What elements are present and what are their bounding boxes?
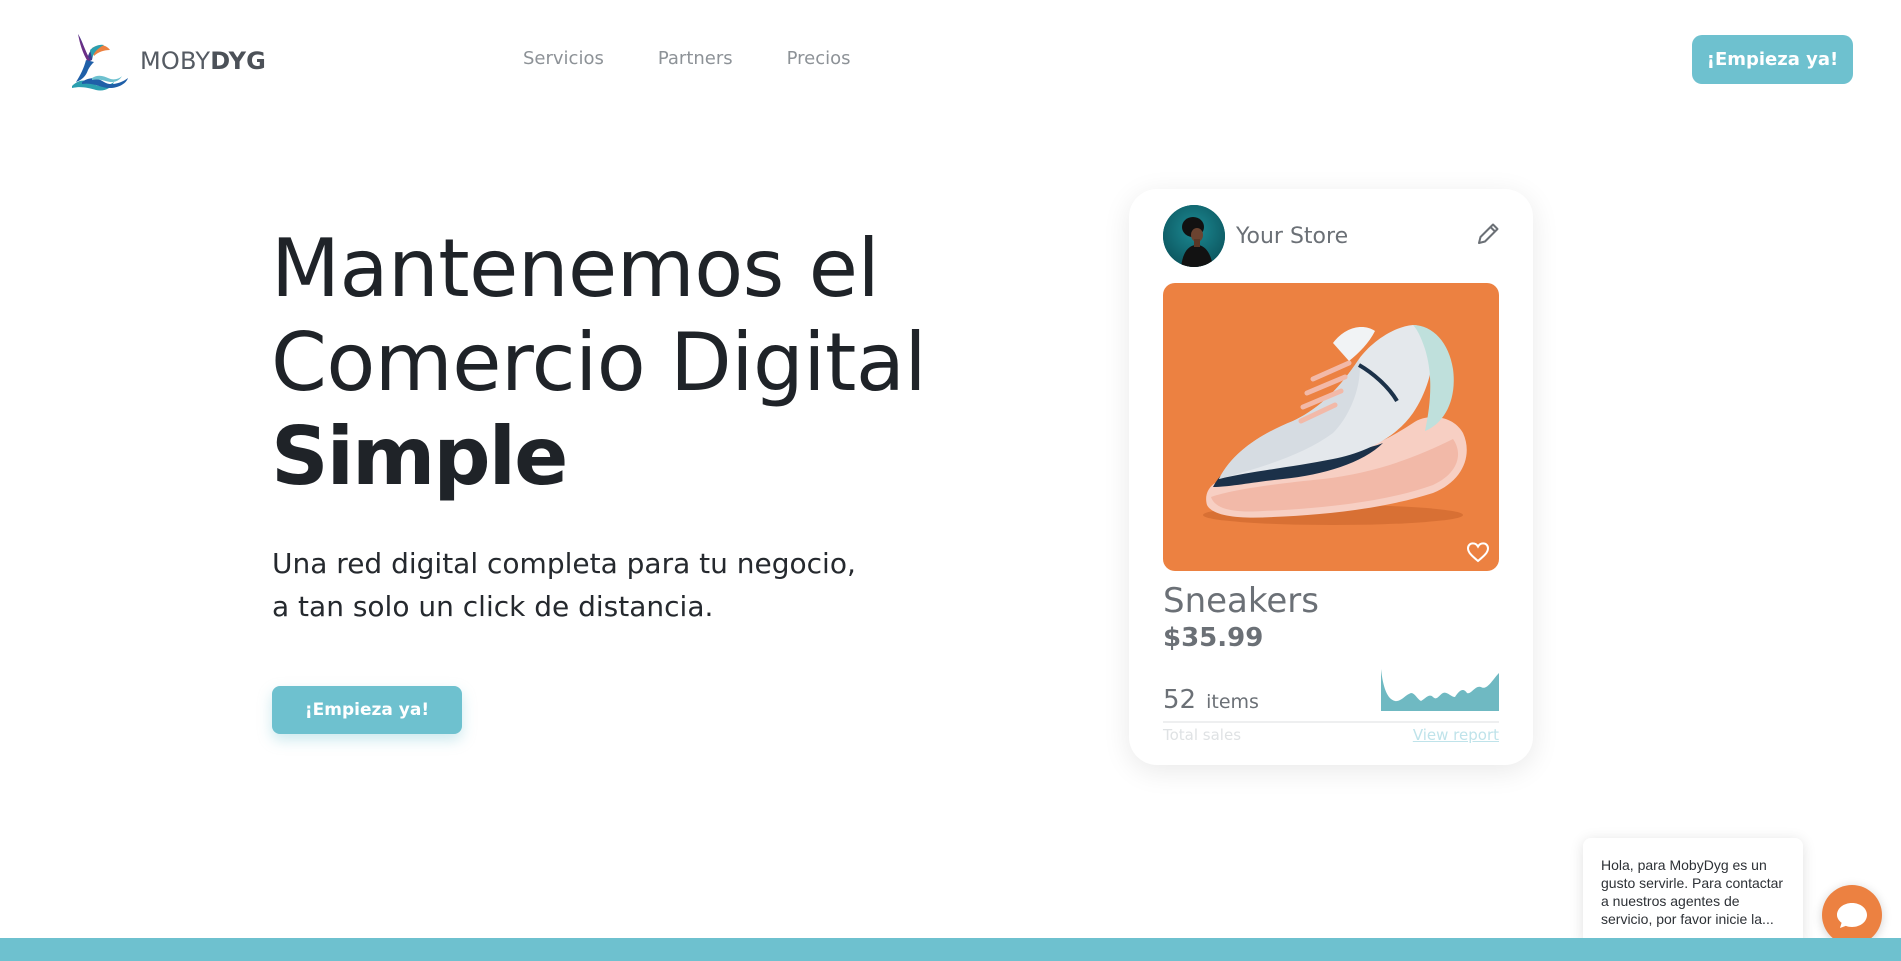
footer-band (0, 938, 1901, 961)
chat-launcher-button[interactable] (1822, 885, 1882, 945)
brand-name: MOBYDYG (140, 47, 267, 75)
hero-subtitle-line1: Una red digital completa para tu negocio… (272, 547, 856, 580)
hero-title-line1: Mantenemos el (271, 222, 880, 315)
avatar-portrait-icon (1163, 205, 1225, 267)
whale-tail-logo-icon (72, 34, 128, 91)
hero-subtitle: Una red digital completa para tu negocio… (272, 542, 856, 628)
pencil-icon[interactable] (1473, 219, 1503, 249)
view-report-link[interactable]: View report (1413, 726, 1499, 744)
hero-title: Mantenemos el Comercio Digital Simple (271, 222, 927, 504)
nav-item-servicios[interactable]: Servicios (523, 48, 604, 69)
store-preview-card: Your Store Sneakers $35.99 52 items Tota… (1129, 189, 1533, 765)
brand-logo[interactable]: MOBYDYG (68, 30, 266, 92)
store-card-header: Your Store (1163, 205, 1503, 267)
hero-title-strong: Simple (271, 410, 568, 503)
heart-icon[interactable] (1465, 539, 1491, 565)
sneaker-illustration (1203, 325, 1467, 525)
hero-title-line2: Comercio Digital (271, 316, 927, 409)
store-name: Your Store (1236, 223, 1349, 249)
chat-icon (1837, 903, 1867, 928)
avatar (1163, 205, 1225, 267)
sales-count-unit: items (1206, 691, 1259, 713)
nav-item-partners[interactable]: Partners (658, 48, 733, 69)
hero-cta-button[interactable]: ¡Empieza ya! (272, 686, 462, 734)
hero-subtitle-line2: a tan solo un click de distancia. (272, 590, 714, 623)
main-nav: Servicios Partners Precios (523, 48, 851, 69)
product-image[interactable] (1163, 283, 1499, 571)
sales-label: Total sales (1163, 726, 1242, 744)
site-header: MOBYDYG Servicios Partners Precios ¡Empi… (0, 0, 1901, 120)
sales-count: 52 items (1163, 685, 1259, 715)
product-price: $35.99 (1163, 623, 1264, 653)
chat-message: Hola, para MobyDyg es un gusto servirle.… (1601, 857, 1784, 927)
sales-count-value: 52 (1163, 685, 1197, 715)
product-name: Sneakers (1163, 581, 1319, 621)
nav-item-precios[interactable]: Precios (787, 48, 851, 69)
chat-greeting-bubble[interactable]: Hola, para MobyDyg es un gusto servirle.… (1583, 838, 1803, 945)
sales-sparkline (1381, 669, 1499, 711)
header-cta-button[interactable]: ¡Empieza ya! (1692, 35, 1853, 84)
card-divider (1163, 721, 1499, 723)
